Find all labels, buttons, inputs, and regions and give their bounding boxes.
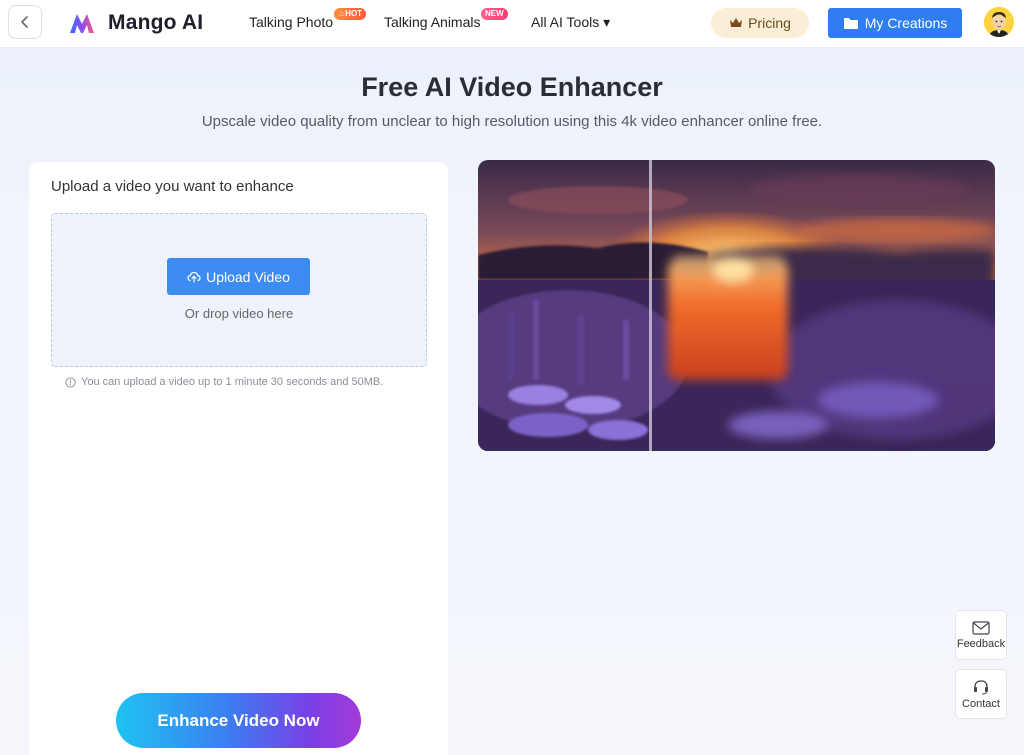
video-dropzone[interactable]: Upload Video Or drop video here [51,213,427,367]
contact-button[interactable]: Contact [955,669,1007,719]
mango-ai-logo[interactable]: Mango AI [68,9,203,37]
nav-talking-animals[interactable]: Talking Animals [384,14,481,30]
back-button[interactable] [8,5,42,39]
upload-panel: Upload a video you want to enhance Uploa… [29,162,448,755]
nav-talking-photo[interactable]: Talking Photo [249,14,333,30]
page-subtitle: Upscale video quality from unclear to hi… [201,113,823,130]
nav-all-ai-tools[interactable]: All AI Tools ▾ [531,14,610,31]
crown-icon [730,18,743,27]
mail-icon [972,620,990,635]
upload-limit-note: You can upload a video up to 1 minute 30… [65,376,383,388]
page-title: Free AI Video Enhancer [361,72,663,102]
my-creations-label: My Creations [864,15,948,31]
mango-logo-icon [70,14,94,33]
contact-label: Contact [962,697,1000,710]
cloud-upload-icon [187,271,201,283]
pricing-label: Pricing [748,15,791,31]
hot-badge: ♨HOT [334,8,367,20]
drop-video-text: Or drop video here [184,306,294,321]
chevron-left-icon [21,16,28,28]
feedback-label: Feedback [956,637,1006,650]
my-creations-button[interactable]: My Creations [828,8,962,38]
folder-icon [843,17,858,29]
upload-panel-heading: Upload a video you want to enhance [51,178,294,195]
sunset-candle-lavender-image [478,160,995,451]
feedback-button[interactable]: Feedback [955,610,1007,660]
user-avatar[interactable] [984,7,1014,37]
upload-video-button[interactable]: Upload Video [167,258,310,295]
info-icon [65,376,76,388]
avatar-icon [984,7,1014,37]
upload-video-label: Upload Video [206,268,290,285]
logo-text: Mango AI [108,11,204,34]
headset-icon [974,679,988,694]
new-badge: NEW [481,8,508,20]
before-after-preview-image [478,160,995,451]
upload-limit-text: You can upload a video up to 1 minute 30… [81,376,384,388]
pricing-button[interactable]: Pricing [711,8,809,38]
enhance-video-now-button[interactable]: Enhance Video Now [116,693,361,748]
hot-badge-label: HOT [345,9,363,18]
top-navigation-bar: Mango AI Talking Photo ♨HOT Talking Anim… [0,0,1024,48]
